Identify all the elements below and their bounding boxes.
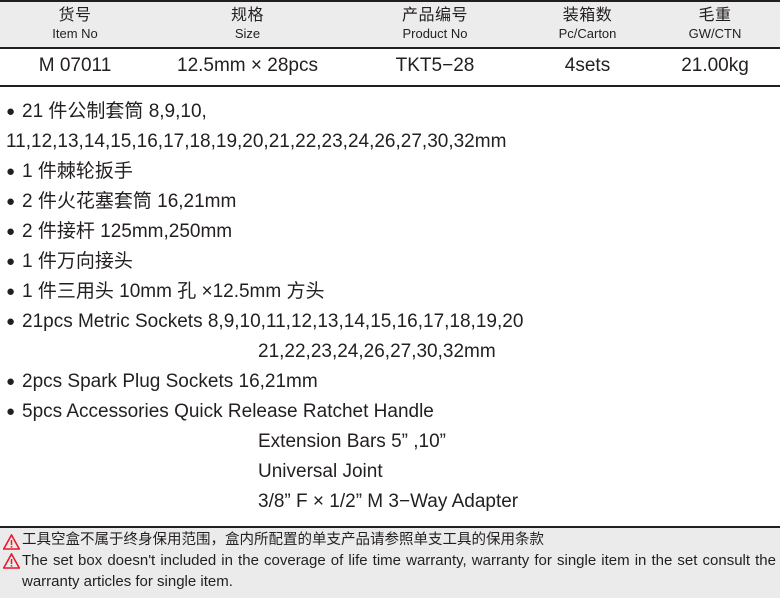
warranty-notice-cn-row: 工具空盒不属于终身保用范围，盒内所配置的单支产品请参照单支工具的保用条款 xyxy=(0,531,780,550)
contents-bullet-item: ● 1 件三用头 10mm 孔 ×12.5mm 方头 xyxy=(6,277,780,307)
contents-line-text: 1 件万向接头 xyxy=(22,251,133,272)
contents-bullet-item: ● 21 件公制套筒 8,9,10, xyxy=(6,97,780,127)
contents-line-text: 1 件三用头 10mm 孔 ×12.5mm 方头 xyxy=(22,281,325,302)
column-header-item-no-en: Item No xyxy=(52,26,98,41)
contents-line-text: 2pcs Spark Plug Sockets 16,21mm xyxy=(22,371,318,392)
column-header-size-cn: 规格 xyxy=(230,7,264,24)
cell-product-no: TKT5−28 xyxy=(345,48,525,87)
bullet-icon: ● xyxy=(6,313,16,330)
column-header-product-no-cn: 产品编号 xyxy=(401,7,468,24)
spec-table-body: M 07011 12.5mm × 28pcs TKT5−28 4sets 21.… xyxy=(0,48,780,87)
warranty-footer: 工具空盒不属于终身保用范围，盒内所配置的单支产品请参照单支工具的保用条款 The… xyxy=(0,526,780,598)
contents-bullet-item: ● 1 件万向接头 xyxy=(6,247,780,277)
bullet-icon: ● xyxy=(6,103,16,120)
column-header-size-en: Size xyxy=(234,26,261,41)
contents-sub-line: 21,22,23,24,26,27,30,32mm xyxy=(6,337,780,367)
contents-bullet-item: ● 5pcs Accessories Quick Release Ratchet … xyxy=(6,397,780,427)
column-header-product-no-en: Product No xyxy=(402,26,468,41)
bullet-icon: ● xyxy=(6,253,16,270)
column-header-gw-ctn-en: GW/CTN xyxy=(688,26,742,41)
contents-bullet-item: ● 21pcs Metric Sockets 8,9,10,11,12,13,14… xyxy=(6,307,780,337)
column-header-item-no: 货号 Item No xyxy=(0,0,150,49)
warning-triangle-icon xyxy=(3,534,20,550)
warranty-notice-en: The set box doesn't included in the cove… xyxy=(22,552,776,590)
contents-line-text: Universal Joint xyxy=(258,461,383,482)
contents-sub-line: 11,12,13,14,15,16,17,18,19,20,21,22,23,2… xyxy=(6,127,780,157)
contents-line-text: 21 件公制套筒 8,9,10, xyxy=(22,101,207,122)
bullet-icon: ● xyxy=(6,163,16,180)
cell-pc-carton: 4sets xyxy=(525,48,650,87)
cell-size: 12.5mm × 28pcs xyxy=(150,48,345,87)
contents-line-text: 11,12,13,14,15,16,17,18,19,20,21,22,23,2… xyxy=(6,131,507,152)
contents-sub-line: 3/8” F × 1/2” M 3−Way Adapter xyxy=(6,487,780,517)
contents-line-text: 21pcs Metric Sockets 8,9,10,11,12,13,14,… xyxy=(22,311,524,332)
cell-item-no: M 07011 xyxy=(0,48,150,87)
cell-gw-ctn: 21.00kg xyxy=(650,48,780,87)
contents-sub-line: Universal Joint xyxy=(6,457,780,487)
contents-line-text: 21,22,23,24,26,27,30,32mm xyxy=(258,341,496,362)
contents-line-text: 2 件接杆 125mm,250mm xyxy=(22,221,233,242)
product-spec-sheet: 货号 Item No 规格 Size 产品编号 Product No 装箱数 P… xyxy=(0,0,780,598)
spec-table-header: 货号 Item No 规格 Size 产品编号 Product No 装箱数 P… xyxy=(0,0,780,49)
bullet-icon: ● xyxy=(6,283,16,300)
column-header-size: 规格 Size xyxy=(150,0,345,49)
contents-bullet-item: ● 2 件火花塞套筒 16,21mm xyxy=(6,187,780,217)
contents-line-text: 2 件火花塞套筒 16,21mm xyxy=(22,191,237,212)
warranty-notice-en-row: The set box doesn't included in the cove… xyxy=(0,550,780,592)
contents-bullet-item: ● 1 件棘轮扳手 xyxy=(6,157,780,187)
contents-bullet-item: ● 2 件接杆 125mm,250mm xyxy=(6,217,780,247)
column-header-pc-carton-cn: 装箱数 xyxy=(562,7,613,24)
column-header-gw-ctn-cn: 毛重 xyxy=(698,7,732,24)
column-header-product-no: 产品编号 Product No xyxy=(345,0,525,49)
warranty-notice-cn: 工具空盒不属于终身保用范围，盒内所配置的单支产品请参照单支工具的保用条款 xyxy=(22,532,544,548)
contents-line-text: Extension Bars 5” ,10” xyxy=(258,431,446,452)
table-row: M 07011 12.5mm × 28pcs TKT5−28 4sets 21.… xyxy=(0,48,780,87)
column-header-gw-ctn: 毛重 GW/CTN xyxy=(650,0,780,49)
bullet-icon: ● xyxy=(6,373,16,390)
bullet-icon: ● xyxy=(6,223,16,240)
column-header-item-no-cn: 货号 xyxy=(58,7,92,24)
contents-line-text: 5pcs Accessories Quick Release Ratchet H… xyxy=(22,401,434,422)
bullet-icon: ● xyxy=(6,193,16,210)
contents-sub-line: Extension Bars 5” ,10” xyxy=(6,427,780,457)
spec-table: 货号 Item No 规格 Size 产品编号 Product No 装箱数 P… xyxy=(0,0,780,87)
contents-line-text: 1 件棘轮扳手 xyxy=(22,161,133,182)
warning-triangle-icon-en xyxy=(3,553,20,569)
contents-list: ● 21 件公制套筒 8,9,10, 11,12,13,14,15,16,17,18… xyxy=(0,87,780,517)
contents-bullet-item: ● 2pcs Spark Plug Sockets 16,21mm xyxy=(6,367,780,397)
contents-line-text: 3/8” F × 1/2” M 3−Way Adapter xyxy=(258,491,519,512)
bullet-icon: ● xyxy=(6,403,16,420)
spec-table-header-row: 货号 Item No 规格 Size 产品编号 Product No 装箱数 P… xyxy=(0,0,780,49)
column-header-pc-carton: 装箱数 Pc/Carton xyxy=(525,0,650,49)
column-header-pc-carton-en: Pc/Carton xyxy=(558,26,617,41)
